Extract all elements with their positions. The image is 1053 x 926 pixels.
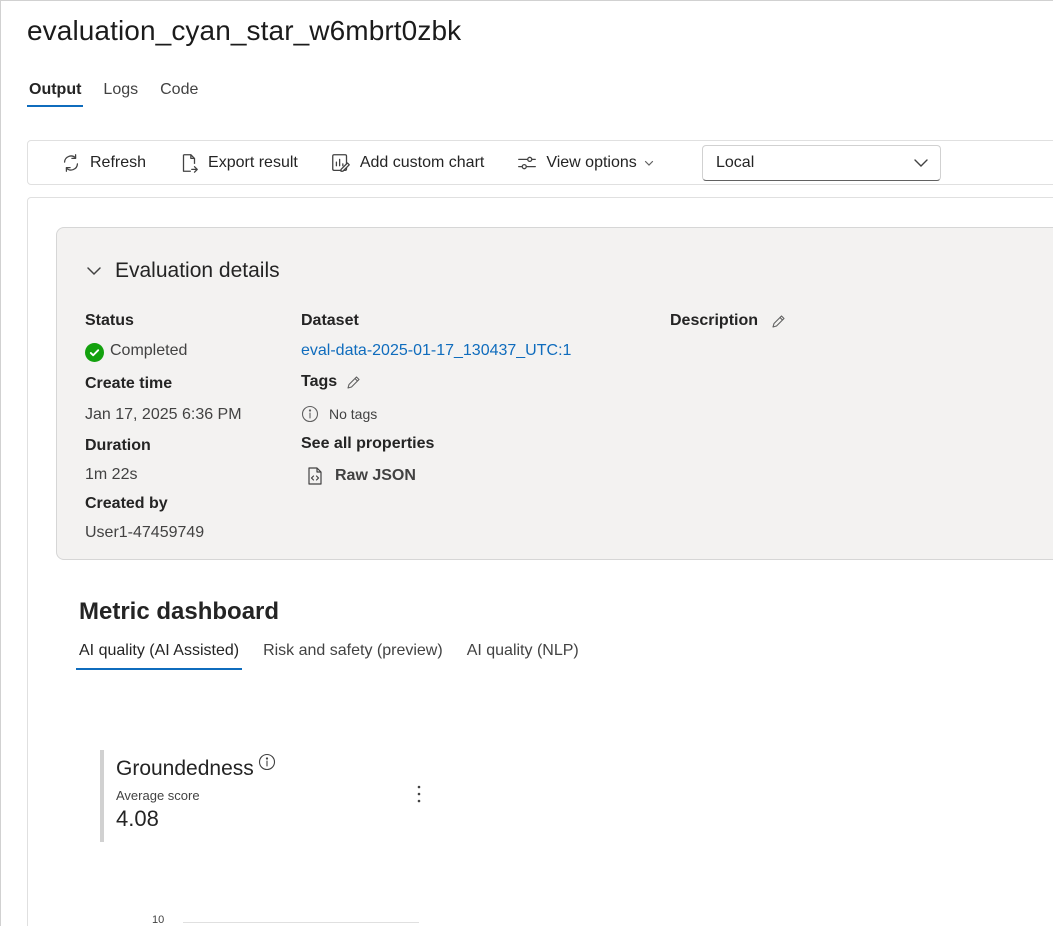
chevron-down-icon bbox=[644, 160, 653, 166]
groundedness-card: Groundedness Average score 4.08 bbox=[100, 750, 430, 842]
no-tags-row: No tags bbox=[301, 405, 571, 423]
status-value: Completed bbox=[85, 342, 242, 362]
tab-code[interactable]: Code bbox=[158, 79, 200, 107]
app-frame: evaluation_cyan_star_w6mbrt0zbk Output L… bbox=[0, 0, 1053, 926]
tags-label: Tags bbox=[301, 373, 338, 390]
export-result-button[interactable]: Export result bbox=[178, 152, 298, 174]
evaluation-details-panel: Evaluation details Status Completed Crea… bbox=[56, 227, 1053, 560]
chevron-down-icon bbox=[914, 159, 928, 167]
dataset-link[interactable]: eval-data-2025-01-17_130437_UTC:1 bbox=[301, 342, 571, 360]
output-tabs: Output Logs Code bbox=[27, 79, 200, 107]
scope-select[interactable]: Local bbox=[702, 145, 941, 181]
status-text: Completed bbox=[110, 342, 188, 359]
add-custom-chart-label: Add custom chart bbox=[359, 153, 485, 171]
view-options-button[interactable]: View options bbox=[516, 152, 654, 174]
evaluation-details-header[interactable]: Evaluation details bbox=[85, 259, 280, 283]
add-chart-icon bbox=[331, 153, 350, 172]
edit-tags-icon[interactable] bbox=[345, 375, 361, 391]
groundedness-title: Groundedness bbox=[116, 757, 254, 780]
tab-ai-quality-nlp[interactable]: AI quality (NLP) bbox=[464, 640, 582, 670]
tab-logs[interactable]: Logs bbox=[101, 79, 140, 107]
no-tags-text: No tags bbox=[329, 406, 378, 422]
toolbar: Refresh Export result Add custom chart V… bbox=[27, 140, 1053, 185]
created-by-label: Created by bbox=[85, 495, 168, 512]
metric-dashboard-title: Metric dashboard bbox=[79, 598, 280, 625]
add-custom-chart-button[interactable]: Add custom chart bbox=[330, 152, 485, 174]
refresh-label: Refresh bbox=[90, 153, 147, 171]
description-row: Description bbox=[670, 312, 786, 332]
groundedness-subtitle: Average score bbox=[116, 788, 200, 803]
chart-y-tick: 10 bbox=[152, 914, 165, 926]
scope-select-value: Local bbox=[716, 154, 755, 171]
info-icon bbox=[301, 405, 319, 423]
created-by-value: User1-47459749 bbox=[85, 524, 205, 541]
details-column-dataset: Dataset eval-data-2025-01-17_130437_UTC:… bbox=[301, 312, 571, 486]
export-file-icon bbox=[182, 153, 198, 173]
page-title: evaluation_cyan_star_w6mbrt0zbk bbox=[27, 15, 462, 46]
tab-ai-quality-ai-assisted[interactable]: AI quality (AI Assisted) bbox=[76, 640, 243, 670]
status-label: Status bbox=[85, 312, 134, 329]
sliders-icon bbox=[518, 156, 537, 169]
create-time-label: Create time bbox=[85, 375, 173, 392]
chart-gridline bbox=[183, 922, 419, 923]
dataset-label: Dataset bbox=[301, 312, 359, 329]
metric-tabs: AI quality (AI Assisted) Risk and safety… bbox=[76, 640, 582, 670]
code-file-icon bbox=[308, 467, 322, 485]
chevron-down-icon bbox=[87, 267, 101, 276]
raw-json-label: Raw JSON bbox=[335, 467, 416, 484]
output-content: Evaluation details Status Completed Crea… bbox=[27, 197, 1053, 926]
create-time-value: Jan 17, 2025 6:36 PM bbox=[85, 406, 242, 423]
description-label: Description bbox=[670, 312, 759, 329]
details-column-description: Description bbox=[670, 312, 786, 332]
tab-risk-and-safety[interactable]: Risk and safety (preview) bbox=[260, 640, 446, 670]
evaluation-details-title: Evaluation details bbox=[115, 259, 280, 282]
groundedness-score: 4.08 bbox=[116, 806, 159, 831]
refresh-button[interactable]: Refresh bbox=[60, 152, 146, 174]
details-column-status: Status Completed Create time Jan 17, 202… bbox=[85, 312, 242, 544]
check-circle-icon bbox=[85, 342, 104, 362]
refresh-icon bbox=[63, 153, 79, 172]
duration-label: Duration bbox=[85, 437, 151, 454]
edit-description-icon[interactable] bbox=[770, 314, 786, 330]
see-all-properties-label: See all properties bbox=[301, 435, 435, 452]
info-icon[interactable] bbox=[258, 753, 276, 771]
view-options-label: View options bbox=[546, 153, 637, 171]
more-options-icon[interactable] bbox=[410, 782, 428, 806]
tags-row: Tags bbox=[301, 373, 571, 393]
duration-value: 1m 22s bbox=[85, 466, 138, 483]
groundedness-card-header: Groundedness bbox=[116, 753, 430, 781]
export-result-label: Export result bbox=[208, 153, 298, 171]
tab-output[interactable]: Output bbox=[27, 79, 84, 107]
raw-json-link[interactable]: Raw JSON bbox=[305, 466, 571, 486]
